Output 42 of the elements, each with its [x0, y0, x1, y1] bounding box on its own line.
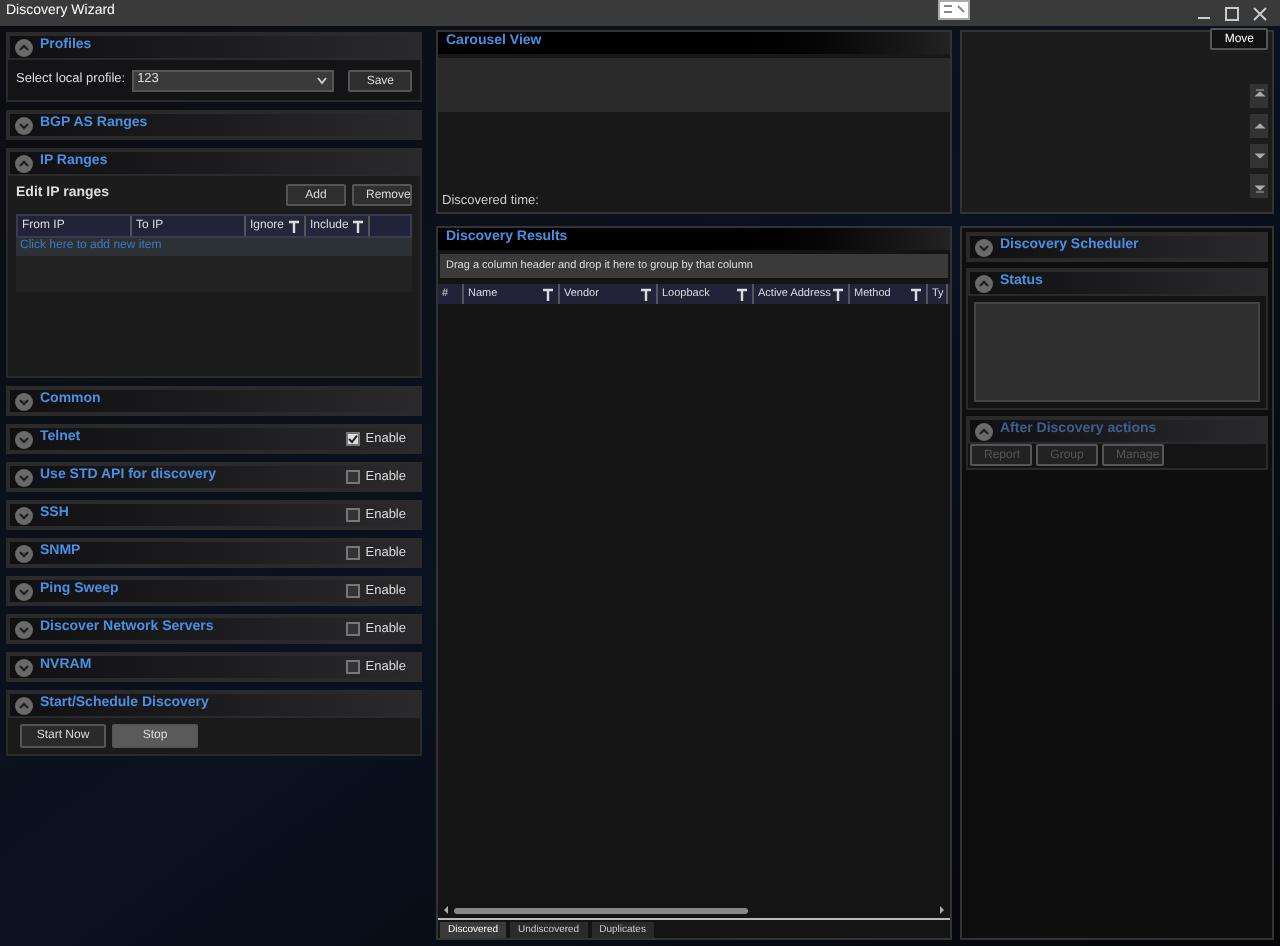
enable-checkbox[interactable]: [345, 508, 360, 522]
first-item-button[interactable]: [1250, 84, 1268, 108]
expand-chevron-icon[interactable]: [14, 115, 34, 135]
expand-chevron-icon[interactable]: [14, 543, 34, 563]
filter-icon: [288, 219, 300, 233]
checkmark-icon: [347, 434, 358, 444]
collapse-chevron-icon[interactable]: [14, 37, 34, 57]
scroll-right-icon: [938, 904, 946, 916]
up-arrow-icon: [1251, 118, 1267, 134]
scroll-left-icon: [442, 904, 450, 916]
previous-item-button[interactable]: [1250, 114, 1268, 138]
toolbar-widget-icon: [938, 0, 970, 20]
close-icon: [1252, 5, 1268, 21]
expand-chevron-icon[interactable]: [14, 581, 34, 601]
expand-chevron-icon[interactable]: [14, 505, 34, 525]
collapse-chevron-icon[interactable]: [974, 273, 994, 293]
enable-checkbox[interactable]: [345, 470, 360, 484]
collapse-chevron-icon[interactable]: [14, 153, 34, 173]
down-arrow-icon: [1251, 148, 1267, 164]
filter-icon: [352, 219, 364, 233]
enable-checkbox[interactable]: [345, 660, 360, 674]
filter-icon: [640, 287, 652, 301]
enable-checkbox[interactable]: [345, 432, 360, 446]
enable-checkbox[interactable]: [345, 584, 360, 598]
expand-chevron-icon[interactable]: [14, 391, 34, 411]
enable-checkbox[interactable]: [345, 622, 360, 636]
enable-checkbox[interactable]: [345, 546, 360, 560]
filter-icon: [910, 287, 922, 301]
expand-chevron-icon[interactable]: [14, 467, 34, 487]
filter-icon: [736, 287, 748, 301]
filter-icon: [832, 287, 844, 301]
filter-icon: [542, 287, 554, 301]
dropdown-caret-icon: [316, 74, 329, 86]
scrollbar-thumb[interactable]: [454, 907, 748, 913]
expand-chevron-icon[interactable]: [14, 619, 34, 639]
next-item-button[interactable]: [1250, 144, 1268, 168]
last-item-button[interactable]: [1250, 174, 1268, 198]
expand-chevron-icon[interactable]: [974, 237, 994, 257]
maximize-icon: [1224, 5, 1240, 21]
expand-chevron-icon[interactable]: [14, 657, 34, 677]
expand-chevron-icon[interactable]: [14, 429, 34, 449]
collapse-chevron-icon[interactable]: [14, 695, 34, 715]
